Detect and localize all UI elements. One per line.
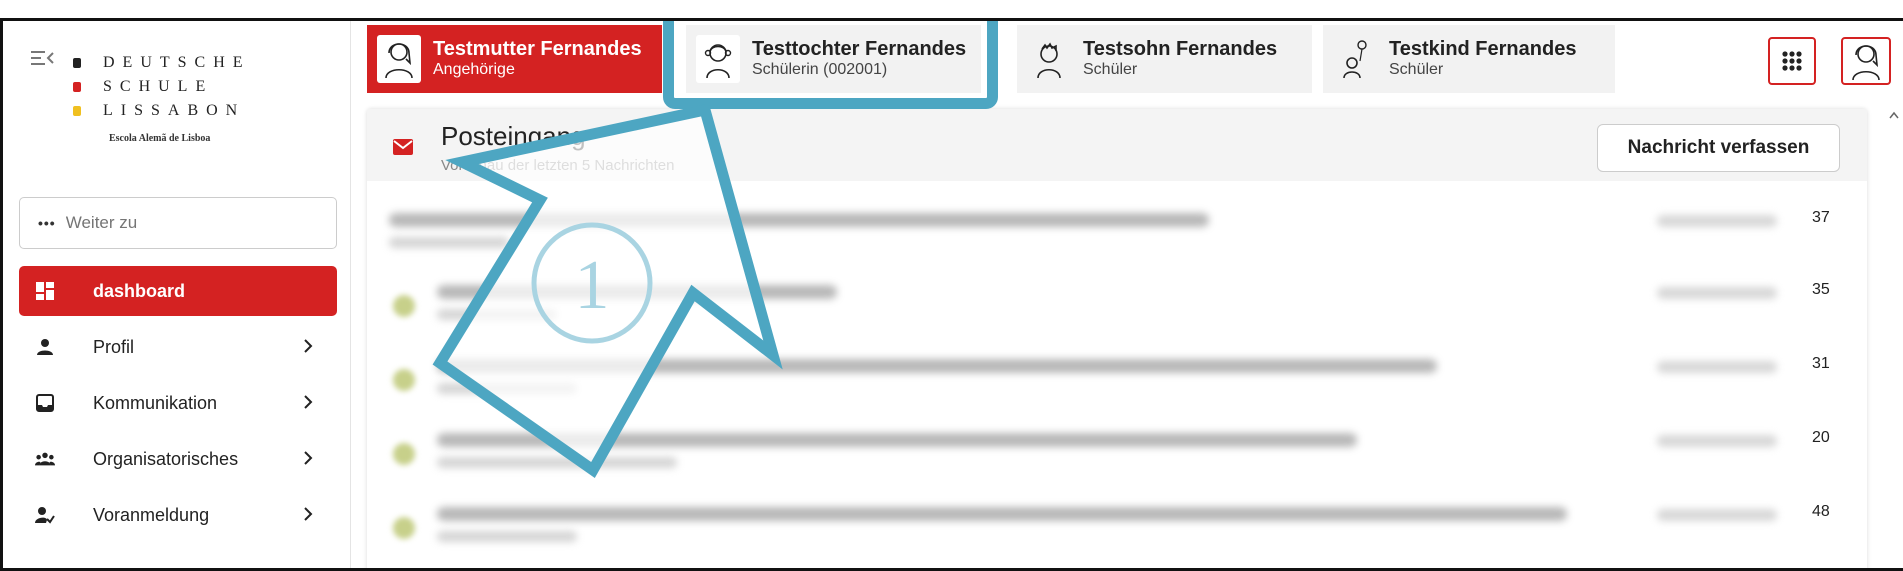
tab-role: Schüler (1389, 61, 1444, 78)
message-date-blurred (1657, 287, 1777, 299)
message-sender-blurred (437, 383, 577, 394)
message-time: 48 (1812, 503, 1830, 520)
message-time: 20 (1812, 429, 1830, 446)
unread-dot (393, 295, 415, 317)
message-subject-blurred (437, 359, 1437, 373)
scrollbar[interactable] (1885, 109, 1903, 568)
sidebar-item-organisatorisches[interactable]: Organisatorisches (19, 434, 337, 484)
logo-line-3: LISSABON (103, 102, 246, 119)
dashboard-icon (35, 281, 55, 301)
inbox-title: Posteingang (441, 121, 586, 151)
unread-dot (393, 369, 415, 391)
message-date-blurred (1657, 509, 1777, 521)
tab-testsohn[interactable]: Testsohn Fernandes Schüler (1017, 25, 1312, 93)
logo-dot-black (73, 58, 81, 68)
tab-role: Schüler (1083, 61, 1138, 78)
school-logo[interactable]: DEUTSCHE SCHULE LISSABON Escola Alemã de… (73, 51, 303, 151)
tab-testtochter[interactable]: Testtochter Fernandes Schülerin (002001) (686, 25, 981, 93)
chevron-right-icon (304, 451, 313, 465)
inbox-subtitle: Vorschau der letzten 5 Nachrichten (441, 157, 675, 174)
apps-grid-button[interactable] (1768, 37, 1816, 85)
message-sender-blurred (437, 531, 577, 542)
chevron-right-icon (304, 507, 313, 521)
sidebar: DEUTSCHE SCHULE LISSABON Escola Alemã de… (3, 21, 351, 568)
sidebar-item-voranmeldung[interactable]: Voranmeldung (19, 490, 337, 540)
tab-name: Testmutter Fernandes (433, 38, 642, 60)
logo-dot-red (73, 82, 81, 92)
inbox-icon (35, 393, 55, 413)
message-row[interactable]: 35 (367, 281, 1867, 341)
message-sender-blurred (389, 237, 509, 248)
tab-testkind[interactable]: Testkind Fernandes Schüler (1323, 25, 1615, 93)
app-window: DEUTSCHE SCHULE LISSABON Escola Alemã de… (0, 18, 1903, 571)
message-time: 35 (1812, 281, 1830, 298)
message-row[interactable]: 31 (367, 355, 1867, 415)
unread-dot (393, 517, 415, 539)
tab-name: Testkind Fernandes (1389, 38, 1577, 60)
person-icon (35, 337, 55, 357)
apps-grid-icon (1782, 51, 1802, 71)
menu-collapse-icon[interactable] (31, 49, 55, 67)
top-margin (0, 0, 1903, 18)
message-sender-blurred (437, 309, 557, 320)
ellipsis-icon: ••• (38, 215, 56, 231)
sidebar-item-label: Profil (93, 336, 135, 357)
message-sender-blurred (437, 457, 677, 468)
mail-icon (393, 139, 413, 155)
tab-testmutter[interactable]: Testmutter Fernandes Angehörige (367, 25, 662, 93)
message-time: 37 (1812, 209, 1830, 226)
inbox-card: Posteingang Vorschau der letzten 5 Nachr… (367, 109, 1867, 568)
group-icon (35, 449, 55, 469)
sidebar-nav: dashboard Profil Kommunikation Organisat… (19, 266, 337, 546)
message-subject-blurred (437, 507, 1567, 521)
tab-role: Schülerin (002001) (752, 61, 888, 78)
son-avatar-icon (1027, 35, 1071, 83)
compose-message-button[interactable]: Nachricht verfassen (1597, 124, 1840, 172)
sidebar-item-label: Kommunikation (93, 392, 218, 413)
mother-avatar-icon (377, 35, 421, 83)
message-date-blurred (1657, 435, 1777, 447)
daughter-avatar-icon (696, 35, 740, 83)
logo-line-2: SCHULE (103, 78, 214, 95)
message-row[interactable]: 48 (367, 503, 1867, 563)
message-date-blurred (1657, 361, 1777, 373)
jump-to-input[interactable] (65, 213, 306, 233)
sidebar-item-profil[interactable]: Profil (19, 322, 337, 372)
chevron-right-icon (304, 339, 313, 353)
message-row[interactable]: 20 (367, 429, 1867, 489)
message-subject-blurred (389, 213, 1209, 227)
profile-avatar-icon (1852, 45, 1880, 81)
sidebar-item-kommunikation[interactable]: Kommunikation (19, 378, 337, 428)
message-subject-blurred (437, 285, 837, 299)
profile-button[interactable] (1841, 37, 1891, 85)
sidebar-item-label: dashboard (93, 280, 186, 301)
unread-dot (393, 443, 415, 465)
logo-subtitle: Escola Alemã de Lisboa (109, 133, 211, 144)
inbox-header: Posteingang Vorschau der letzten 5 Nachr… (367, 109, 1867, 181)
tab-role: Angehörige (433, 61, 515, 78)
logo-line-1: DEUTSCHE (103, 54, 251, 71)
sidebar-item-label: Organisatorisches (93, 448, 239, 469)
message-subject-blurred (437, 433, 1357, 447)
child-avatar-icon (1333, 35, 1377, 83)
message-date-blurred (1657, 215, 1777, 227)
chevron-right-icon (304, 395, 313, 409)
tab-name: Testsohn Fernandes (1083, 38, 1278, 60)
person-check-icon (35, 505, 55, 525)
message-row[interactable]: 37 (367, 209, 1867, 269)
scroll-up-icon[interactable] (1889, 111, 1899, 119)
logo-dot-gold (73, 106, 81, 116)
sidebar-item-dashboard[interactable]: dashboard (19, 266, 337, 316)
message-time: 31 (1812, 355, 1830, 372)
tab-name: Testtochter Fernandes (752, 38, 967, 60)
sidebar-item-label: Voranmeldung (93, 504, 210, 525)
jump-to-search[interactable]: ••• (19, 197, 337, 249)
